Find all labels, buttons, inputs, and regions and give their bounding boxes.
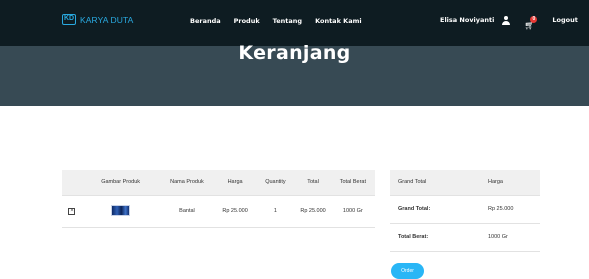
col-quantity-header: Quantity xyxy=(255,170,296,196)
total-weight-value: 1000 Gr xyxy=(480,223,540,252)
order-button[interactable]: Order xyxy=(391,263,424,279)
product-weight: 1000 Gr xyxy=(330,195,375,228)
col-remove-header xyxy=(62,170,82,196)
remove-cell: × xyxy=(62,195,82,228)
nav-link-kontak[interactable]: Kontak Kami xyxy=(315,17,362,25)
user-name[interactable]: Elisa Noviyanti xyxy=(440,16,494,24)
brand-name: KARYA DUTA xyxy=(80,14,134,25)
summary-header: Grand Total Harga xyxy=(390,170,540,196)
col-image-header: Gambar Produk xyxy=(81,170,160,196)
col-name-header: Nama Produk xyxy=(159,170,215,196)
product-image-cell xyxy=(81,195,160,228)
col-weight-header: Total Berat xyxy=(330,170,375,196)
grand-total-row: Grand Total: Rp 25.000 xyxy=(390,195,540,224)
nav-link-tentang[interactable]: Tentang xyxy=(273,17,302,25)
cart-link[interactable]: 🛒︎ 0 xyxy=(524,15,538,30)
order-summary-table: Grand Total Harga Grand Total: Rp 25.000… xyxy=(390,170,540,252)
cart-table-header: Gambar Produk Nama Produk Harga Quantity… xyxy=(62,170,375,196)
grand-total-label: Grand Total: xyxy=(390,195,480,224)
col-total-header: Total xyxy=(295,170,331,196)
product-total: Rp 25.000 xyxy=(295,195,331,228)
summary-header-value: Harga xyxy=(480,170,540,196)
user-icon[interactable] xyxy=(502,15,511,25)
summary-header-label: Grand Total xyxy=(390,170,480,196)
table-row: × Bantal Rp 25.000 1 Rp 25.000 1000 Gr xyxy=(62,195,375,228)
user-area: Elisa Noviyanti 🛒︎ 0 Logout xyxy=(440,15,578,30)
cart-count-badge: 0 xyxy=(530,16,538,23)
product-name: Bantal xyxy=(159,195,215,228)
main-nav: Beranda Produk Tentang Kontak Kami xyxy=(190,17,362,25)
cart-table: Gambar Produk Nama Produk Harga Quantity… xyxy=(62,170,375,228)
page-title: Keranjang xyxy=(238,42,351,64)
brand-logo[interactable]: KD KARYA DUTA xyxy=(62,14,133,25)
product-quantity: 1 xyxy=(255,195,296,228)
page-hero: Keranjang xyxy=(0,42,589,106)
grand-total-value: Rp 25.000 xyxy=(480,195,540,224)
logo-mark-icon: KD xyxy=(62,14,76,25)
total-weight-row: Total Berat: 1000 Gr xyxy=(390,223,540,252)
product-price: Rp 25.000 xyxy=(214,195,256,228)
nav-link-beranda[interactable]: Beranda xyxy=(190,17,221,25)
col-price-header: Harga xyxy=(214,170,256,196)
product-image xyxy=(111,204,131,216)
total-weight-label: Total Berat: xyxy=(390,223,480,252)
logout-link[interactable]: Logout xyxy=(552,16,577,24)
remove-item-icon[interactable]: × xyxy=(68,207,76,215)
nav-link-produk[interactable]: Produk xyxy=(234,17,260,25)
top-navbar: KD KARYA DUTA Beranda Produk Tentang Kon… xyxy=(0,0,589,46)
